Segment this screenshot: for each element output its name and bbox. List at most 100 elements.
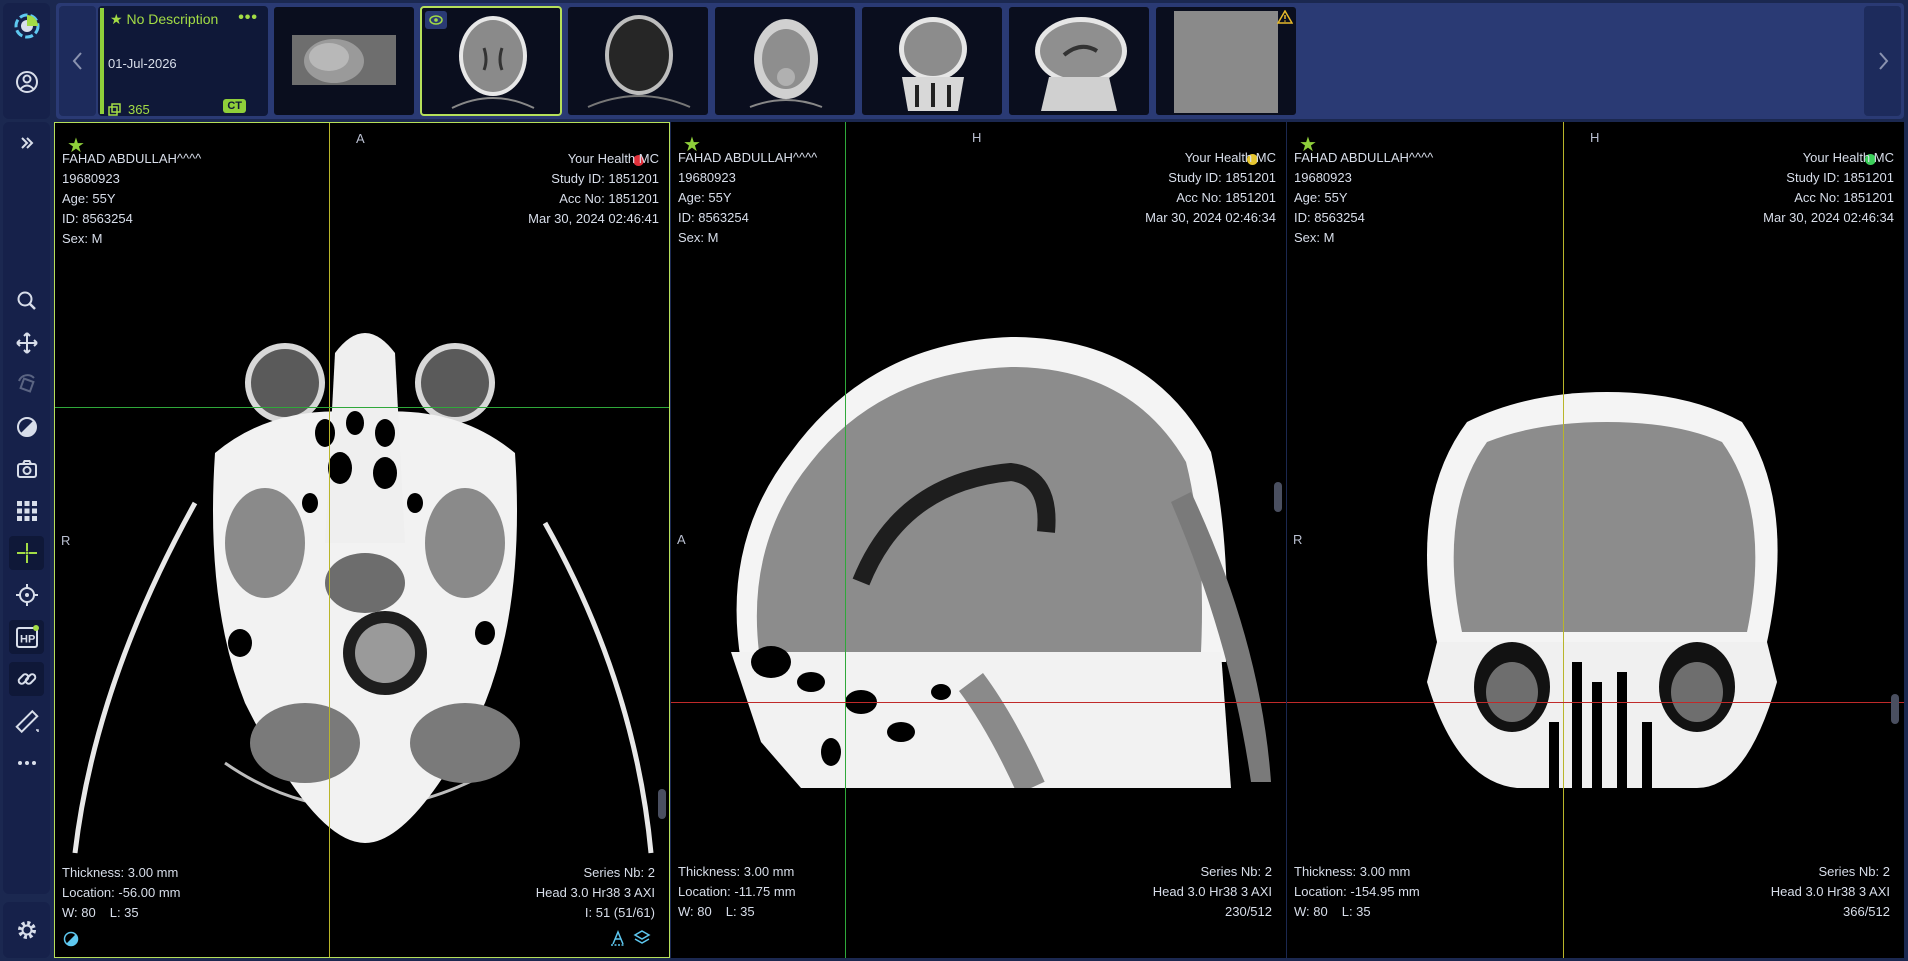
series-number: Series Nb: 2	[1818, 864, 1890, 879]
series-info-card[interactable]: ★ No Description ••• 01-Jul-2026 365 CT	[98, 6, 268, 117]
window-level: L: 35	[1341, 904, 1371, 919]
thumbnail-3[interactable]	[567, 6, 709, 116]
window-level: L: 35	[109, 905, 139, 920]
patient-age: Age: 55Y	[678, 190, 732, 205]
expand-icon[interactable]	[9, 126, 44, 160]
eye-icon[interactable]	[425, 11, 447, 29]
left-top-panel	[3, 3, 50, 119]
patient-id: ID: 8563254	[1294, 210, 1365, 225]
pan-icon[interactable]	[9, 326, 44, 360]
viewport-coronal[interactable]: ★ H R FAHAD ABDULLAH^^^^ 19680923 Age: 5…	[1287, 122, 1904, 958]
rotate-icon[interactable]	[9, 368, 44, 402]
window-width: W: 80	[1294, 904, 1328, 919]
hanging-protocol-icon[interactable]: HP	[9, 620, 44, 654]
svg-text:HP: HP	[20, 634, 35, 646]
slice-scrollbar[interactable]	[1274, 482, 1282, 512]
thumbnail-6[interactable]	[1008, 6, 1150, 116]
patient-dob: 19680923	[678, 170, 736, 185]
slice-scrollbar[interactable]	[1891, 694, 1899, 724]
study-id: Study ID: 1851201	[551, 171, 659, 186]
settings-icon[interactable]	[9, 913, 44, 947]
crosshair-horizontal[interactable]	[55, 407, 669, 408]
crosshair-icon[interactable]	[9, 536, 44, 570]
orientation-left: R	[1293, 532, 1303, 547]
crosshair-horizontal[interactable]	[1287, 702, 1904, 703]
image-index: 230/512	[1225, 904, 1272, 919]
slice-thickness: Thickness: 3.00 mm	[678, 864, 795, 879]
thumbnail-4[interactable]	[714, 6, 856, 116]
series-menu-icon[interactable]: •••	[238, 9, 258, 27]
crosshair-vertical[interactable]	[1563, 122, 1564, 958]
series-params: Series Nb: 2 Head 3.0 Hr38 3 AXI I: 51 (…	[536, 863, 655, 923]
chevron-left-icon	[72, 52, 82, 70]
series-number: Series Nb: 2	[583, 865, 655, 880]
study-datetime: Mar 30, 2024 02:46:34	[1145, 210, 1276, 225]
study-info: Your Health MC Study ID: 1851201 Acc No:…	[1763, 148, 1894, 228]
snapshot-icon[interactable]	[9, 452, 44, 486]
window-level-icon[interactable]	[9, 410, 44, 444]
link-icon[interactable]	[9, 662, 44, 696]
left-bottom-panel	[3, 902, 50, 958]
ruler-icon[interactable]	[9, 704, 44, 738]
patient-sex: Sex: M	[1294, 230, 1335, 245]
study-datetime: Mar 30, 2024 02:46:41	[528, 211, 659, 226]
viewport-axial[interactable]: ★ A R FAHAD ABDULLAH^^^^ 19680923 Age: 5…	[54, 122, 670, 958]
zoom-icon[interactable]	[9, 284, 44, 318]
more-icon[interactable]	[9, 746, 44, 780]
window-width: W: 80	[62, 905, 96, 920]
image-params: Thickness: 3.00 mm Location: -56.00 mm W…	[62, 863, 181, 923]
slice-scrollbar[interactable]	[658, 789, 666, 819]
image-params: Thickness: 3.00 mm Location: -11.75 mm W…	[678, 862, 796, 922]
crosshair-horizontal[interactable]	[671, 702, 1286, 703]
left-toolbar: HP	[3, 122, 50, 894]
study-id: Study ID: 1851201	[1786, 170, 1894, 185]
thumbnail-1[interactable]	[273, 6, 415, 116]
image-index: I: 51 (51/61)	[584, 905, 655, 920]
thumbnail-7[interactable]	[1155, 6, 1297, 116]
reference-lines-icon[interactable]	[9, 578, 44, 612]
patient-info: FAHAD ABDULLAH^^^^ 19680923 Age: 55Y ID:…	[1294, 148, 1433, 248]
next-series-button[interactable]	[1864, 6, 1901, 116]
series-description: ★ No Description	[110, 11, 219, 27]
patient-info: FAHAD ABDULLAH^^^^ 19680923 Age: 55Y ID:…	[62, 149, 201, 249]
user-icon[interactable]	[9, 65, 44, 99]
annotation-icon[interactable]	[609, 929, 627, 952]
stack-icon	[108, 102, 121, 116]
patient-sex: Sex: M	[62, 231, 103, 246]
series-image-count: 365	[108, 102, 150, 117]
series-params: Series Nb: 2 Head 3.0 Hr38 3 AXI 230/512	[1153, 862, 1272, 922]
slice-thickness: Thickness: 3.00 mm	[62, 865, 179, 880]
accession-no: Acc No: 1851201	[1794, 190, 1894, 205]
app-logo-icon[interactable]	[9, 9, 44, 43]
grid-layout-icon[interactable]	[9, 494, 44, 528]
crosshair-vertical[interactable]	[845, 122, 846, 958]
patient-name: FAHAD ABDULLAH^^^^	[678, 150, 818, 165]
layers-icon[interactable]	[633, 929, 651, 952]
slice-thickness: Thickness: 3.00 mm	[1294, 864, 1411, 879]
crosshair-vertical[interactable]	[329, 123, 330, 957]
study-datetime: Mar 30, 2024 02:46:34	[1763, 210, 1894, 225]
modality-badge: CT	[223, 99, 246, 113]
series-active-indicator	[100, 8, 104, 114]
thumbnail-2[interactable]	[420, 6, 562, 116]
institution: Your Health MC	[1802, 150, 1894, 165]
series-desc: Head 3.0 Hr38 3 AXI	[1770, 884, 1890, 899]
prev-series-button[interactable]	[59, 6, 96, 116]
institution: Your Health MC	[567, 151, 659, 166]
patient-dob: 19680923	[1294, 170, 1352, 185]
study-info: Your Health MC Study ID: 1851201 Acc No:…	[1145, 148, 1276, 228]
viewport-sagittal[interactable]: ★ H A FAHAD ABDULLAH^^^^ 19680923 Age: 5…	[671, 122, 1286, 958]
patient-age: Age: 55Y	[62, 191, 116, 206]
chevron-right-icon	[1878, 52, 1888, 70]
patient-age: Age: 55Y	[1294, 190, 1348, 205]
study-info: Your Health MC Study ID: 1851201 Acc No:…	[528, 149, 659, 229]
patient-dob: 19680923	[62, 171, 120, 186]
patient-name: FAHAD ABDULLAH^^^^	[1294, 150, 1434, 165]
slice-location: Location: -56.00 mm	[62, 885, 181, 900]
window-level: L: 35	[725, 904, 755, 919]
warning-icon	[1276, 9, 1294, 29]
contrast-icon[interactable]	[63, 931, 79, 952]
orientation-top: H	[1590, 130, 1600, 145]
thumbnail-5[interactable]	[861, 6, 1003, 116]
slice-location: Location: -11.75 mm	[678, 884, 796, 899]
